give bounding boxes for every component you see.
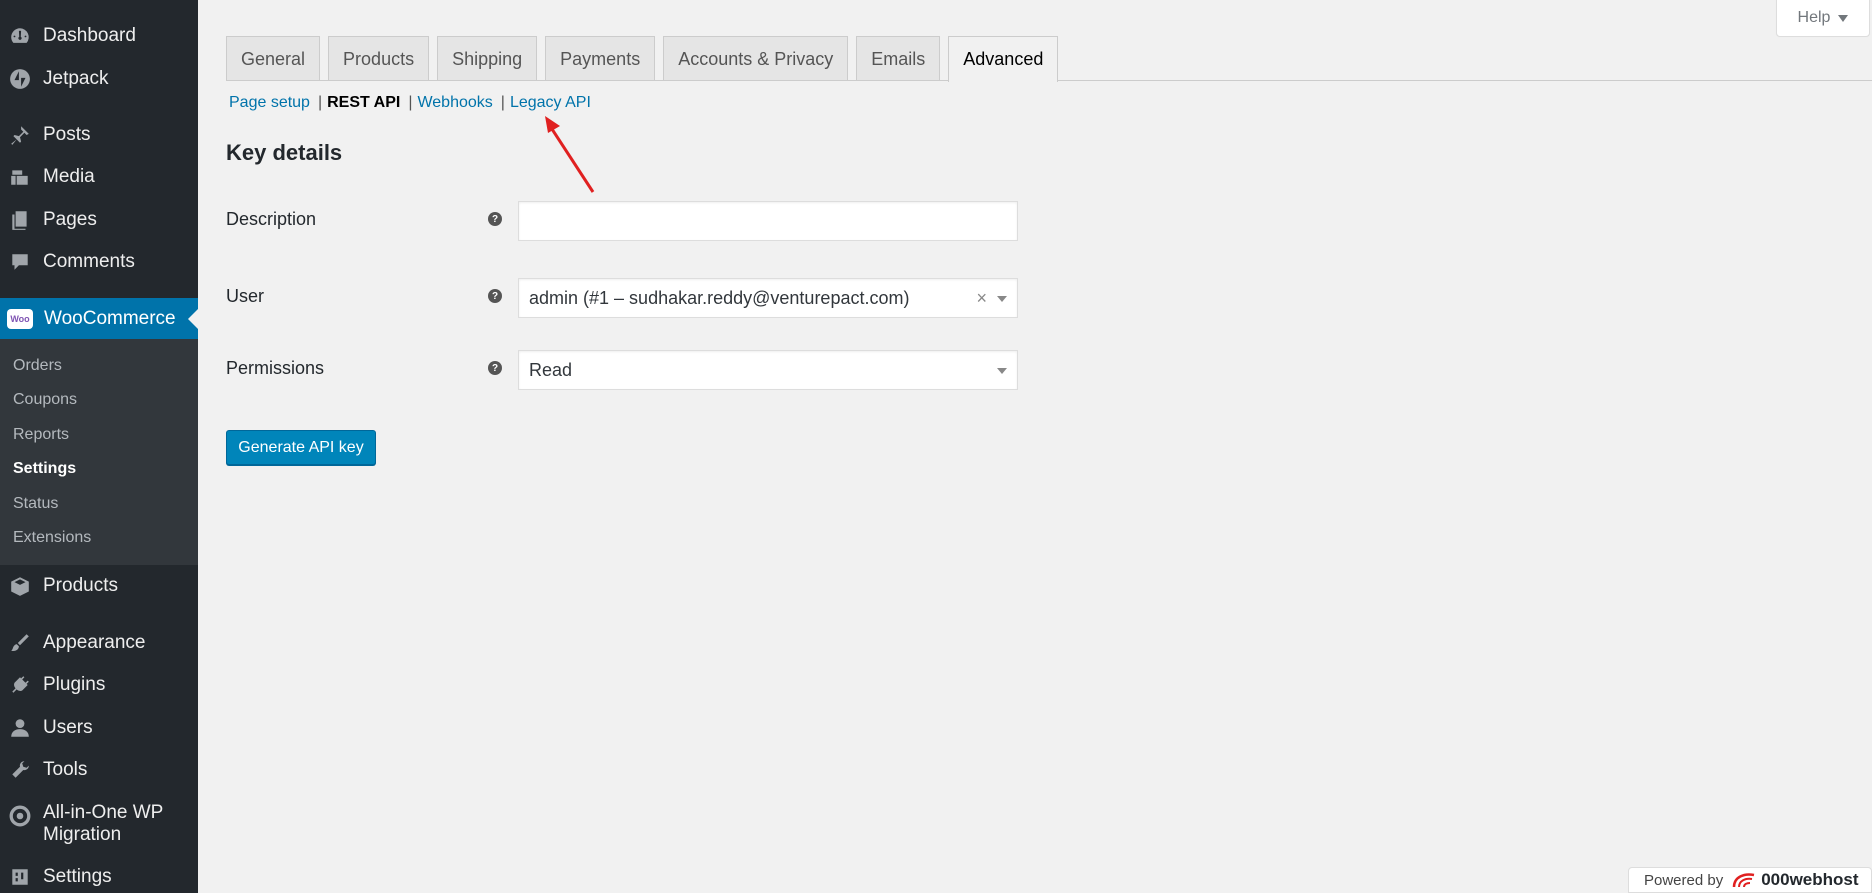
help-label: Help bbox=[1797, 9, 1831, 26]
dashboard-icon bbox=[8, 24, 32, 48]
sidebar-item-label: Jetpack bbox=[43, 68, 109, 89]
submenu-item-coupons[interactable]: Coupons bbox=[13, 391, 77, 409]
sidebar-item-products[interactable]: Products bbox=[0, 572, 198, 600]
help-tip-icon[interactable]: ? bbox=[488, 289, 502, 303]
description-input[interactable] bbox=[518, 201, 1018, 241]
sidebar-item-label: Users bbox=[43, 717, 93, 738]
admin-sidebar: Dashboard Jetpack Posts Media Pages Comm… bbox=[0, 0, 198, 893]
description-label: Description bbox=[226, 209, 317, 229]
subnav-rest-api-current[interactable]: REST API bbox=[327, 94, 400, 112]
advanced-subnav: Page setup | REST API | Webhooks | Legac… bbox=[229, 94, 591, 112]
submenu-item-settings[interactable]: Settings bbox=[13, 460, 76, 478]
pages-icon bbox=[8, 208, 32, 232]
sidebar-item-dashboard[interactable]: Dashboard bbox=[0, 22, 198, 50]
webhost-logo: 000webhost bbox=[1731, 870, 1859, 890]
woocommerce-icon: Woo bbox=[7, 309, 33, 329]
sidebar-item-users[interactable]: Users bbox=[0, 714, 198, 742]
subnav-separator: | bbox=[500, 94, 505, 111]
sidebar-item-label: Settings bbox=[43, 866, 112, 887]
chevron-down-icon bbox=[997, 368, 1007, 374]
sidebar-item-comments[interactable]: Comments bbox=[0, 248, 198, 276]
sidebar-item-settings[interactable]: Settings bbox=[0, 863, 198, 891]
annotation-arrow bbox=[545, 116, 595, 193]
submenu-item-reports[interactable]: Reports bbox=[13, 426, 69, 444]
permissions-label: Permissions bbox=[226, 358, 325, 378]
permissions-select-value: Read bbox=[529, 359, 573, 380]
tab-advanced[interactable]: Advanced bbox=[948, 36, 1059, 82]
settings-tabs: General Products Shipping Payments Accou… bbox=[226, 36, 1059, 82]
wrench-icon bbox=[8, 758, 32, 782]
sidebar-item-appearance[interactable]: Appearance bbox=[0, 629, 198, 657]
sidebar-item-label: Plugins bbox=[43, 674, 106, 695]
sidebar-item-label: All-in-One WP Migration bbox=[43, 802, 164, 845]
user-label: User bbox=[226, 286, 265, 306]
webhost-brand: 000webhost bbox=[1761, 870, 1859, 889]
submenu-item-status[interactable]: Status bbox=[13, 495, 58, 513]
media-icon bbox=[8, 165, 32, 189]
chevron-down-icon bbox=[1838, 14, 1849, 22]
sidebar-item-label: Media bbox=[43, 166, 95, 187]
submenu-item-orders[interactable]: Orders bbox=[13, 357, 62, 375]
settings-icon bbox=[8, 865, 32, 889]
sidebar-item-label: Pages bbox=[43, 209, 97, 230]
box-icon bbox=[8, 574, 32, 598]
help-tip-icon[interactable]: ? bbox=[488, 361, 502, 375]
comment-icon bbox=[8, 250, 32, 274]
subnav-page-setup-link[interactable]: Page setup bbox=[229, 94, 310, 112]
user-icon bbox=[8, 716, 32, 740]
submenu-item-extensions[interactable]: Extensions bbox=[13, 529, 91, 547]
sidebar-item-label: WooCommerce bbox=[44, 308, 176, 329]
powered-by-label: Powered by bbox=[1644, 871, 1724, 889]
sidebar-item-woocommerce[interactable]: Woo WooCommerce bbox=[0, 298, 198, 340]
sidebar-item-jetpack[interactable]: Jetpack bbox=[0, 65, 198, 93]
tab-payments[interactable]: Payments bbox=[545, 36, 656, 81]
sidebar-item-all-in-one-wp-migration[interactable]: All-in-One WP Migration bbox=[0, 802, 198, 848]
pin-icon bbox=[8, 123, 32, 147]
sidebar-item-tools[interactable]: Tools bbox=[0, 756, 198, 784]
sidebar-item-label: Appearance bbox=[43, 632, 146, 653]
sidebar-item-posts[interactable]: Posts bbox=[0, 121, 198, 149]
sidebar-item-label: Tools bbox=[43, 759, 88, 780]
sidebar-item-plugins[interactable]: Plugins bbox=[0, 671, 198, 699]
woocommerce-submenu: Orders Coupons Reports Settings Status E… bbox=[0, 339, 198, 565]
active-menu-pointer bbox=[188, 309, 198, 329]
subnav-separator: | bbox=[317, 94, 323, 111]
brush-icon bbox=[8, 631, 32, 655]
subnav-separator: | bbox=[408, 94, 413, 111]
generate-api-key-button[interactable]: Generate API key bbox=[226, 430, 376, 465]
jetpack-icon bbox=[8, 67, 32, 91]
help-button[interactable]: Help bbox=[1776, 0, 1870, 37]
subnav-webhooks-link[interactable]: Webhooks bbox=[417, 94, 492, 112]
sidebar-item-label: Comments bbox=[43, 251, 135, 272]
user-select[interactable]: admin (#1 – sudhakar.reddy@venturepact.c… bbox=[518, 278, 1018, 318]
page-title: Key details bbox=[226, 140, 343, 165]
user-select-value: admin (#1 – sudhakar.reddy@venturepact.c… bbox=[529, 287, 910, 308]
sidebar-item-label: Dashboard bbox=[43, 25, 136, 46]
tab-accounts-privacy[interactable]: Accounts & Privacy bbox=[663, 36, 849, 81]
permissions-select[interactable]: Read bbox=[518, 350, 1018, 390]
sidebar-item-pages[interactable]: Pages bbox=[0, 206, 198, 234]
plug-icon bbox=[8, 673, 32, 697]
sidebar-item-media[interactable]: Media bbox=[0, 163, 198, 191]
powered-by-badge[interactable]: Powered by 000webhost bbox=[1628, 867, 1872, 893]
clear-icon[interactable]: × bbox=[976, 288, 987, 309]
tab-products[interactable]: Products bbox=[328, 36, 430, 81]
sidebar-item-label: Posts bbox=[43, 124, 91, 145]
migration-icon bbox=[8, 804, 32, 828]
tab-shipping[interactable]: Shipping bbox=[437, 36, 538, 81]
chevron-down-icon bbox=[997, 296, 1007, 302]
tab-general[interactable]: General bbox=[226, 36, 321, 81]
sidebar-item-label: Products bbox=[43, 575, 118, 596]
webhost-logo-icon bbox=[1732, 873, 1755, 888]
help-tip-icon[interactable]: ? bbox=[488, 212, 502, 226]
tab-emails[interactable]: Emails bbox=[856, 36, 941, 81]
